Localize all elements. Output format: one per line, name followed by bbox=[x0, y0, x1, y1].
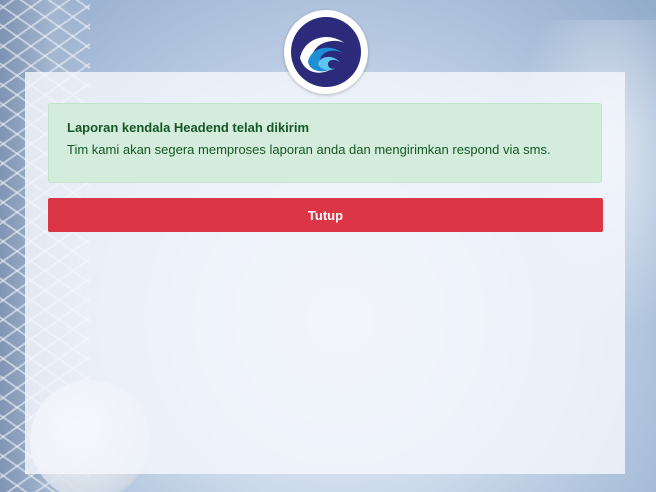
kominfo-logo-icon bbox=[284, 10, 368, 94]
success-alert: Laporan kendala Headend telah dikirim Ti… bbox=[48, 103, 602, 183]
close-button[interactable]: Tutup bbox=[48, 198, 603, 232]
alert-message: Tim kami akan segera memproses laporan a… bbox=[67, 142, 551, 157]
alert-title: Laporan kendala Headend telah dikirim bbox=[67, 120, 310, 135]
